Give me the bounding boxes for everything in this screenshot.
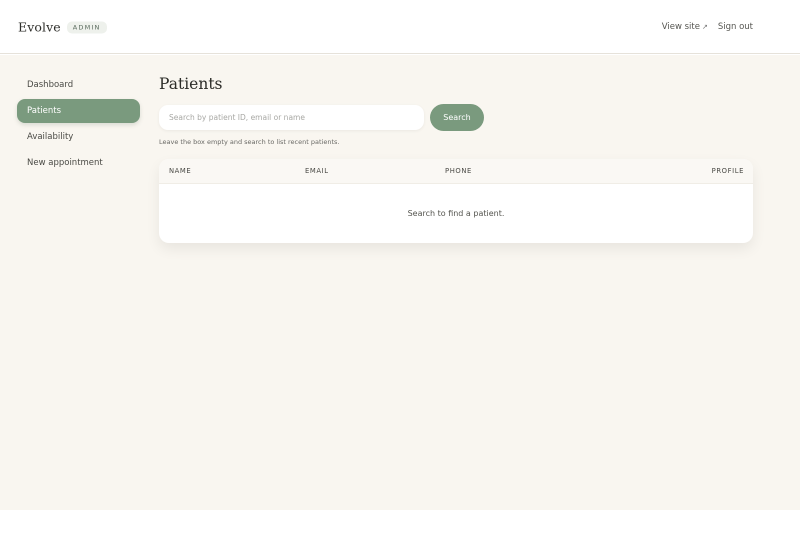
page-title: Patients [159,75,223,93]
top-header: Evolve ADMIN View site ↗ Sign out [0,0,800,54]
search-hint: Leave the box empty and search to list r… [159,138,340,146]
brand[interactable]: Evolve ADMIN [18,20,107,35]
external-link-icon: ↗ [701,23,708,31]
empty-state-message: Search to find a patient. [407,209,505,218]
brand-name[interactable]: Evolve [18,20,61,35]
sidebar-item-availability[interactable]: Availability [17,125,140,149]
view-site-link[interactable]: View site ↗ [662,22,708,32]
sign-out-link[interactable]: Sign out [718,22,753,32]
admin-badge: ADMIN [66,21,107,33]
sidebar-item-new-appointment[interactable]: New appointment [17,151,140,175]
column-header-email[interactable]: EMAIL [305,167,329,175]
main-content: Patients Search Leave the box empty and … [159,73,753,243]
column-header-profile[interactable]: PROFILE [712,167,744,175]
sidebar-item-patients[interactable]: Patients [17,99,140,123]
table-header: NAME EMAIL PHONE PROFILE [159,159,753,184]
sidebar-item-dashboard[interactable]: Dashboard [17,73,140,97]
search-row: Search [159,104,753,131]
search-button[interactable]: Search [430,104,484,131]
page-body: Dashboard Patients Availability New appo… [0,55,800,510]
sidebar: Dashboard Patients Availability New appo… [17,73,140,177]
view-site-label: View site [661,22,700,32]
search-input[interactable] [159,105,424,130]
column-header-phone[interactable]: PHONE [445,167,472,175]
footer [0,510,800,533]
patients-table: NAME EMAIL PHONE PROFILE Search to find … [159,159,753,243]
column-header-name[interactable]: NAME [169,167,191,175]
header-nav: View site ↗ Sign out [662,22,753,32]
